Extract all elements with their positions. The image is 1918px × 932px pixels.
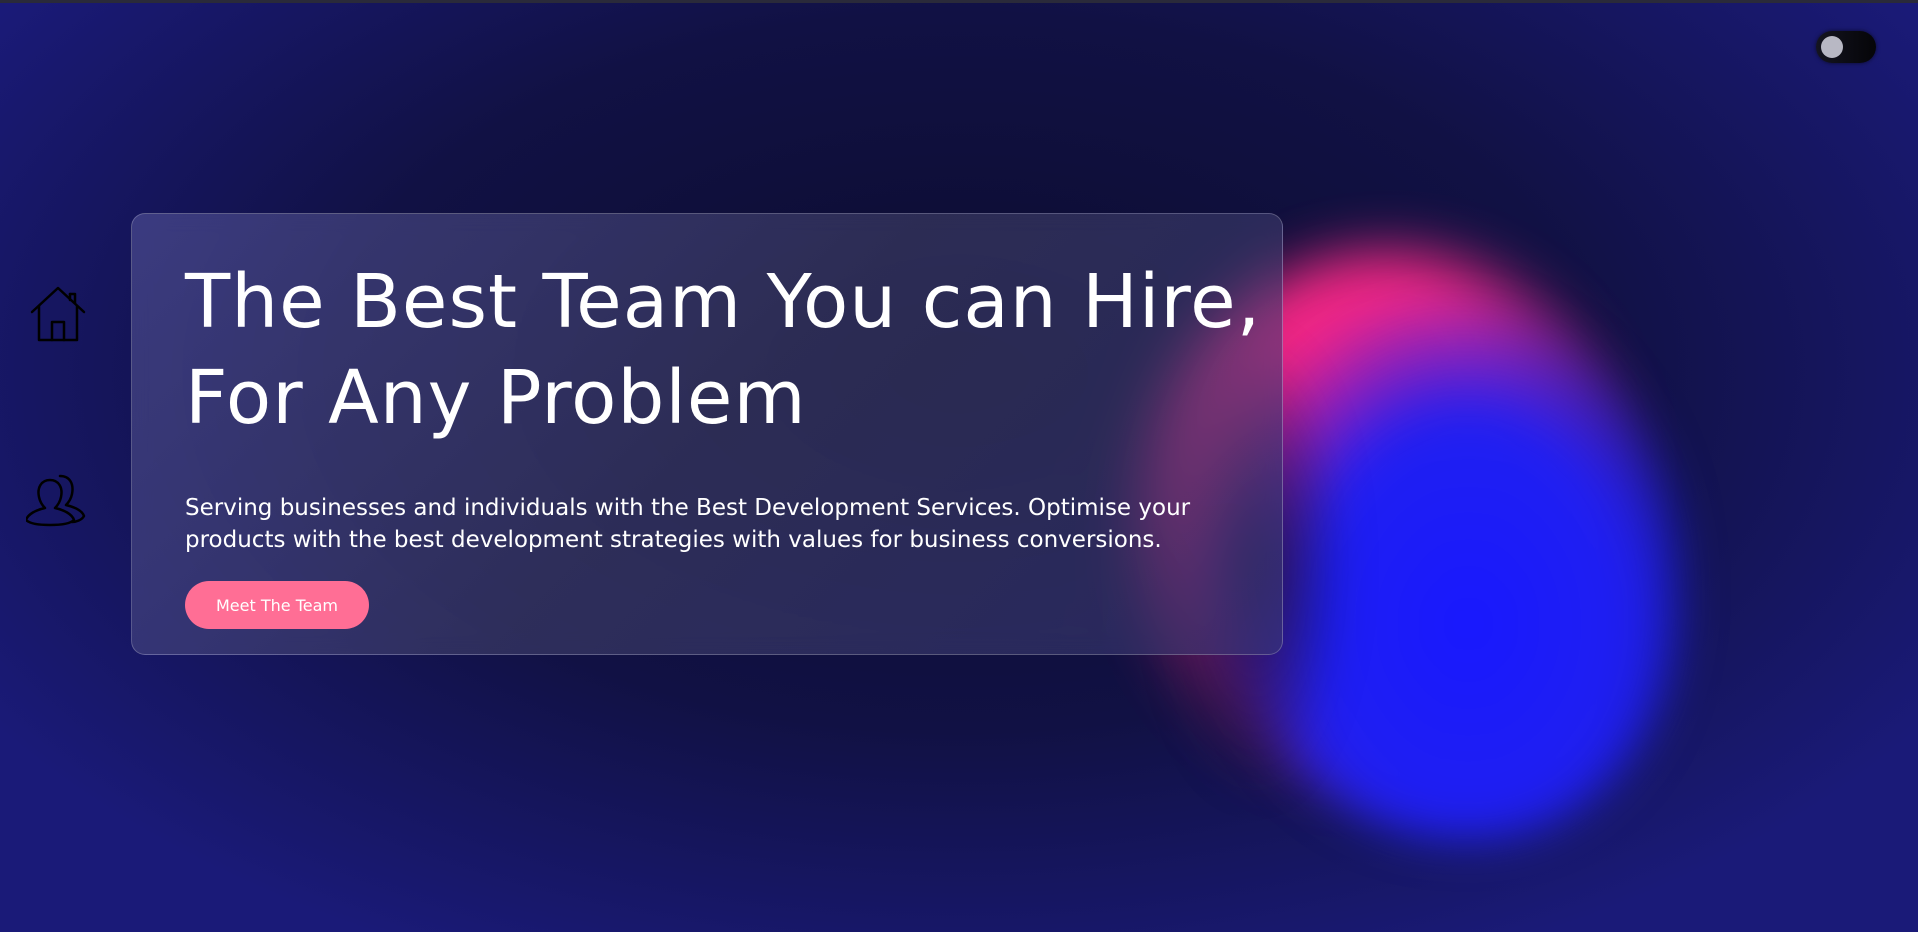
hero-card: The Best Team You can Hire, For Any Prob…: [131, 213, 1283, 655]
top-border: [0, 0, 1918, 3]
home-icon: [30, 286, 86, 342]
theme-toggle[interactable]: [1816, 31, 1876, 63]
hero-title-line2: For Any Problem: [185, 355, 807, 441]
hero-title: The Best Team You can Hire, For Any Prob…: [185, 254, 1265, 446]
meet-the-team-button[interactable]: Meet The Team: [185, 581, 369, 629]
hero-description: Serving businesses and individuals with …: [185, 495, 1191, 553]
hero-title-line1: The Best Team You can Hire,: [185, 259, 1262, 345]
nav-team[interactable]: [26, 468, 90, 532]
team-icon: [26, 474, 86, 527]
toggle-knob: [1821, 36, 1843, 58]
nav-home[interactable]: [26, 280, 90, 344]
